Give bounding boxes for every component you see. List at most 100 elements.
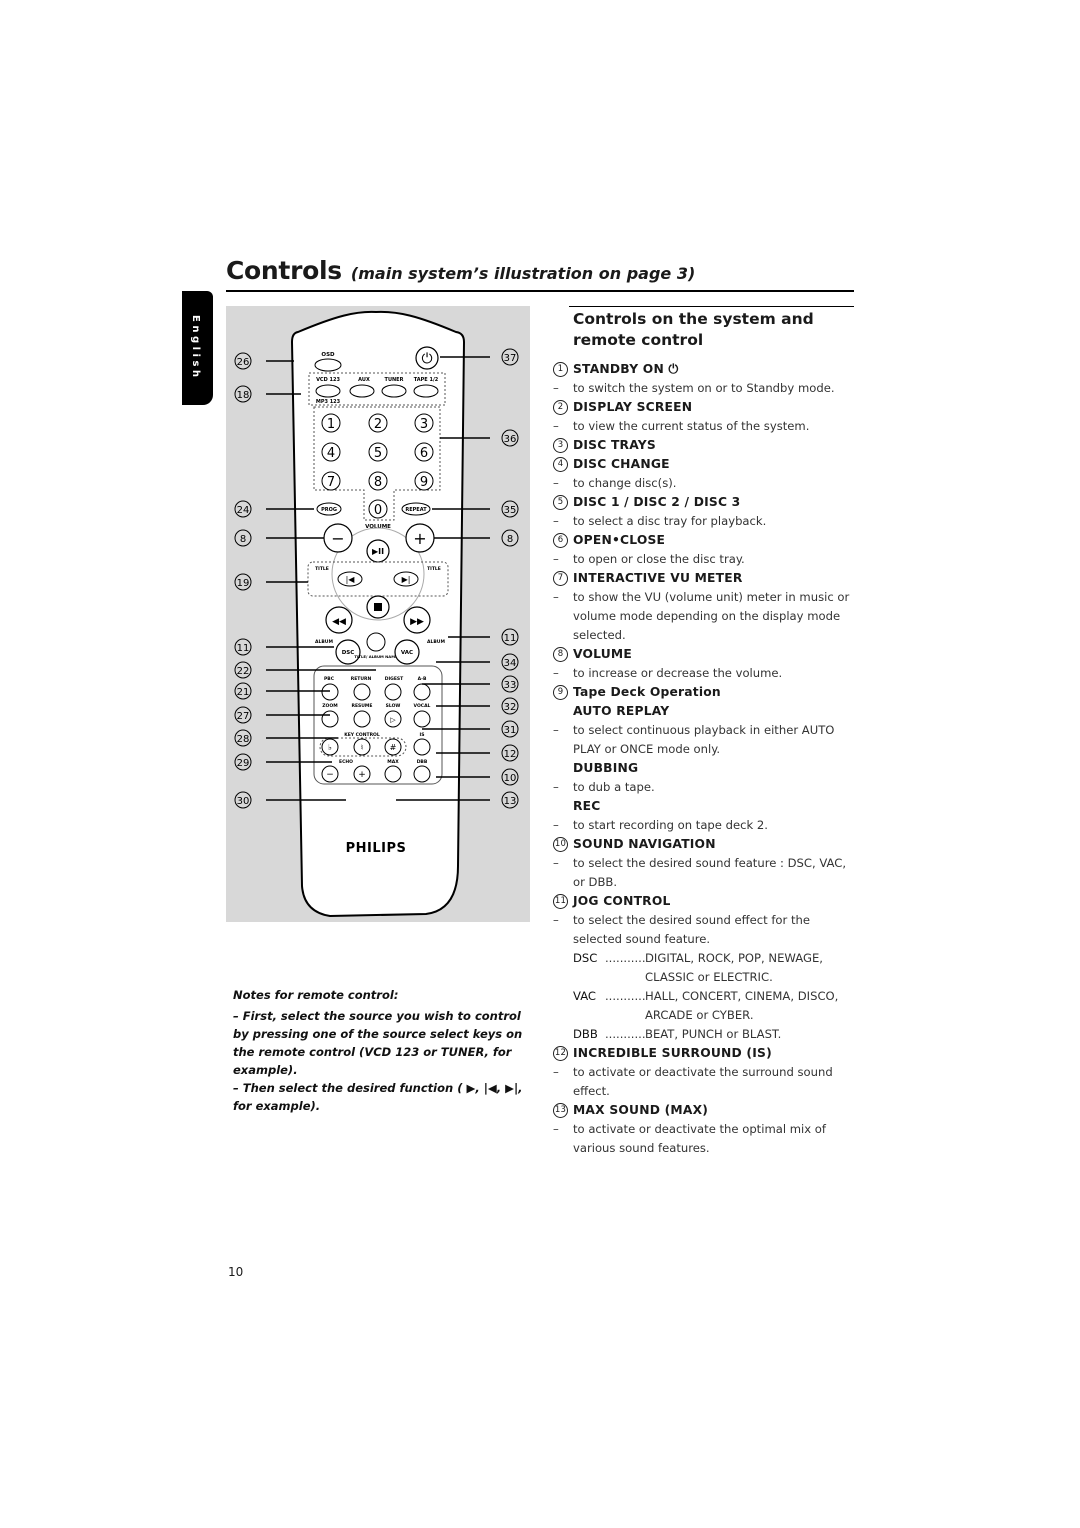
notes-line: – First, select the source you wish to c… (233, 1009, 523, 1077)
svg-text:9: 9 (420, 475, 428, 490)
item-heading: 6 OPEN•CLOSE (553, 531, 858, 550)
previous-icon: |◀ (346, 575, 356, 584)
item-heading: 8 VOLUME (553, 645, 858, 664)
item-heading: 10 SOUND NAVIGATION (553, 837, 716, 852)
svg-text:4: 4 (327, 446, 335, 461)
power-icon: ⏻ (421, 351, 432, 367)
remote-notes: Notes for remote control: – First, selec… (233, 986, 533, 1115)
max-label: MAX (387, 759, 399, 765)
next-icon: ▶| (402, 575, 411, 584)
svg-text:2: 2 (374, 417, 382, 432)
digit-9-button: 9 (414, 471, 434, 491)
item-number-badge: 6 (553, 533, 568, 548)
item-description: – to switch the system on or to Standby m… (553, 379, 858, 398)
section-divider (569, 306, 854, 307)
effect-values: DIGITAL, ROCK, POP, NEWAGE, CLASSIC or E… (645, 951, 823, 984)
svg-text:−: − (326, 770, 334, 780)
svg-text:22: 22 (237, 666, 250, 677)
fast-forward-icon: ▶▶ (410, 617, 424, 627)
title-album-name-button (366, 632, 386, 652)
svg-text:32: 32 (504, 702, 517, 713)
item-description: – to select a disc tray for playback. (553, 512, 858, 531)
item-heading: 12 INCREDIBLE SURROUND (IS) (553, 1046, 772, 1061)
remote-control-drawing: OSD ⏻ VCD 123 AUX TUNER TAPE 1/2 MP3 123… (234, 310, 519, 918)
item-number-badge: 12 (553, 1046, 568, 1061)
svg-text:11: 11 (504, 633, 517, 644)
digit-2-button: 2 (368, 413, 388, 433)
page-title-subtitle: (main system’s illustration on page 3) (350, 264, 696, 283)
item-number-badge: 5 (553, 495, 568, 510)
dash-bullet: – (553, 1122, 559, 1136)
callout-11: 11 (234, 638, 252, 656)
item-description: – to dub a tape. (553, 778, 858, 797)
callout-35: 35 (501, 500, 519, 518)
mp3-label: MP3 123 (316, 399, 341, 405)
svg-text:35: 35 (504, 505, 517, 516)
item-heading: 7 INTERACTIVE VU METER (553, 569, 858, 588)
callout-31: 31 (501, 720, 519, 738)
svg-text:30: 30 (237, 796, 250, 807)
control-item: 13 MAX SOUND (MAX) – to activate or deactiv… (553, 1101, 858, 1158)
digit-0-button: 0 (368, 499, 388, 519)
return-label: RETURN (351, 676, 372, 682)
tuner-label: TUNER (385, 377, 404, 383)
sub-heading: REC (573, 799, 601, 813)
item-description: – to activate or deactivate the optimal m… (553, 1122, 826, 1155)
control-item: 3 DISC TRAYS (553, 436, 858, 455)
control-item: 4 DISC CHANGE – to change disc(s). (553, 455, 858, 493)
leader-dots: .................. (605, 1027, 645, 1041)
svg-text:24: 24 (237, 505, 250, 516)
ab-button (413, 683, 431, 701)
svg-text:21: 21 (237, 687, 250, 698)
item-description: – to open or close the disc tray. (553, 550, 858, 569)
digit-8-button: 8 (368, 471, 388, 491)
sound-effect-row: VAC..................HALL, CONCERT, CINE… (573, 987, 858, 1025)
album-plus-label: ALBUM (427, 639, 445, 645)
leader-dots: .................. (605, 951, 645, 965)
svg-text:36: 36 (504, 434, 517, 445)
flat-icon: ♭ (328, 743, 332, 752)
callout-13: 13 (501, 791, 519, 809)
zoom-label: ZOOM (322, 703, 338, 709)
digit-5-button: 5 (368, 442, 388, 462)
item-heading: 4 DISC CHANGE (553, 455, 858, 474)
tape-label: TAPE 1/2 (414, 377, 439, 383)
return-button (353, 683, 371, 701)
pbc-label: PBC (324, 676, 335, 682)
callout-11: 11 (501, 628, 519, 646)
section-title: Controls on the system and remote contro… (573, 310, 814, 349)
aux-button (349, 384, 375, 398)
item-description: – to start recording on tape deck 2. (553, 816, 858, 835)
svg-text:1: 1 (327, 417, 335, 432)
sound-effect-row: DBB..................BEAT, PUNCH or BLAS… (573, 1025, 858, 1044)
item-number-badge: 4 (553, 457, 568, 472)
dash-bullet: – (553, 552, 559, 566)
item-number-badge: 11 (553, 894, 568, 909)
title-album-name-label: TITLE/ ALBUM NAME (354, 654, 398, 659)
callout-32: 32 (501, 697, 519, 715)
svg-text:8: 8 (507, 534, 513, 545)
language-label: English (190, 315, 201, 381)
dash-bullet: – (553, 1065, 559, 1079)
callout-8: 8 (234, 529, 252, 547)
minus-icon: − (331, 529, 344, 548)
svg-text:3: 3 (420, 417, 428, 432)
dash-bullet: – (553, 590, 559, 604)
page-number: 10 (228, 1265, 244, 1279)
digit-3-button: 3 (414, 413, 434, 433)
item-heading: 9 Tape Deck Operation (553, 683, 858, 702)
osd-button (314, 358, 342, 372)
item-number-badge: 3 (553, 438, 568, 453)
item-description: – to change disc(s). (553, 474, 858, 493)
item-heading: 2 DISPLAY SCREEN (553, 398, 858, 417)
callout-10: 10 (501, 768, 519, 786)
title-plus-label: TITLE (427, 566, 441, 572)
svg-text:10: 10 (504, 773, 517, 784)
callout-36: 36 (501, 429, 519, 447)
dbb-label: DBB (417, 759, 428, 765)
slow-icon: ▷ (390, 716, 396, 724)
callout-26: 26 (234, 352, 252, 370)
dash-bullet: – (553, 856, 559, 870)
item-description: – to increase or decrease the volume. (553, 664, 858, 683)
digit-4-button: 4 (321, 442, 341, 462)
